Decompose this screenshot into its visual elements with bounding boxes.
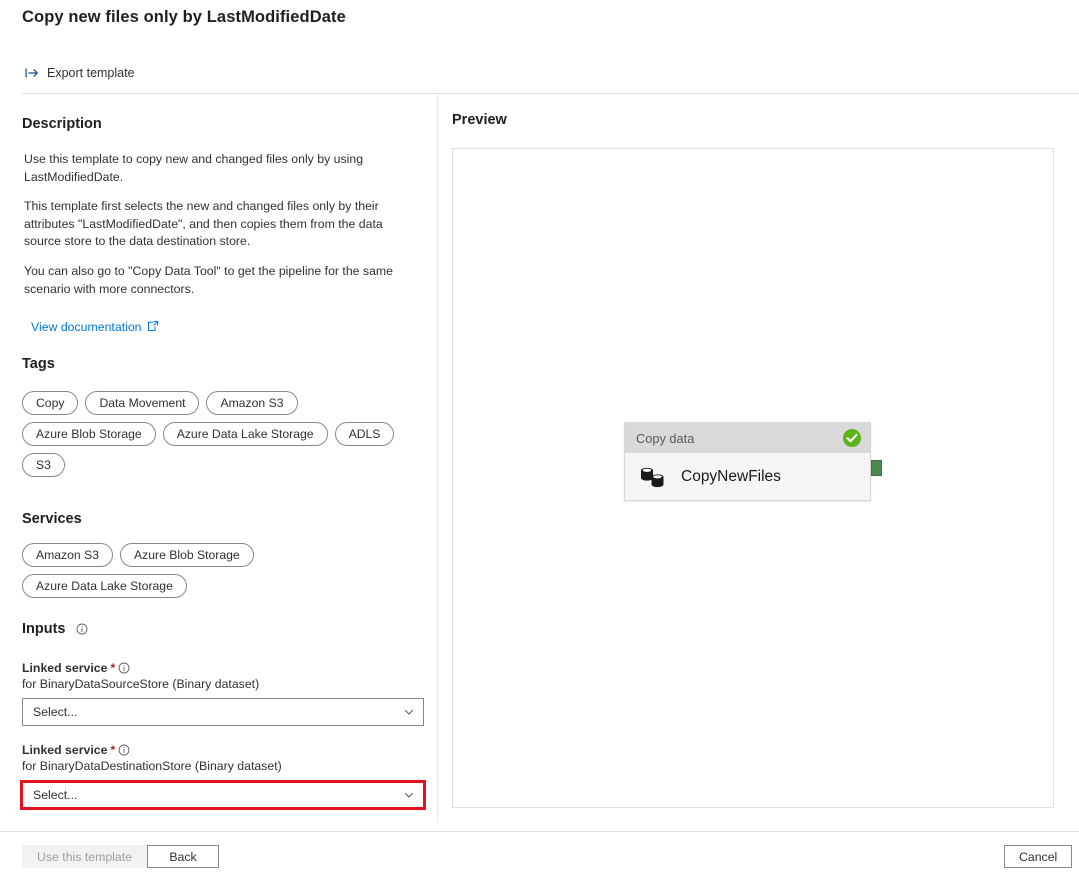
- service-pill[interactable]: Amazon S3: [22, 543, 113, 567]
- chevron-down-icon: [403, 789, 415, 801]
- description-paragraph-3: You can also go to "Copy Data Tool" to g…: [24, 263, 416, 298]
- tag-pill[interactable]: Azure Data Lake Storage: [163, 422, 328, 446]
- success-check-icon: [842, 428, 862, 448]
- services-heading: Services: [22, 511, 82, 527]
- back-button[interactable]: Back: [147, 845, 219, 868]
- linked-service-field-destination: Linked service * for BinaryDataDestinati…: [22, 743, 426, 810]
- required-marker: *: [110, 743, 115, 757]
- activity-name-label: CopyNewFiles: [681, 468, 781, 486]
- info-icon[interactable]: [71, 623, 88, 635]
- view-documentation-wrap: View documentation: [31, 318, 159, 336]
- pipeline-activity-node[interactable]: Copy data: [624, 422, 871, 501]
- output-port-handle[interactable]: [871, 460, 882, 476]
- linked-service-source-dropdown[interactable]: Select...: [22, 698, 424, 726]
- linked-service-sublabel: for BinaryDataDestinationStore (Binary d…: [22, 759, 426, 773]
- linked-service-field-source: Linked service * for BinaryDataSourceSto…: [22, 661, 424, 726]
- template-gallery-detail-page: Copy new files only by LastModifiedDate …: [0, 0, 1079, 877]
- linked-service-label-text: Linked service: [22, 743, 107, 757]
- page-title: Copy new files only by LastModifiedDate: [22, 8, 346, 27]
- info-icon[interactable]: [118, 744, 130, 756]
- command-bar: Export template: [22, 60, 141, 86]
- tag-pill[interactable]: S3: [22, 453, 65, 477]
- linked-service-label: Linked service *: [22, 661, 424, 675]
- activity-node-header: Copy data: [625, 423, 870, 453]
- tag-pill[interactable]: Amazon S3: [206, 391, 297, 415]
- info-icon[interactable]: [118, 662, 130, 674]
- preview-pane: Preview Copy data: [438, 94, 1079, 823]
- chevron-down-icon: [403, 706, 415, 718]
- description-paragraph-2: This template first selects the new and …: [24, 198, 416, 251]
- cancel-button[interactable]: Cancel: [1004, 845, 1072, 868]
- description-heading-wrap: Description: [22, 116, 102, 132]
- preview-heading: Preview: [452, 112, 507, 128]
- footer-actions: Use this template Back Cancel: [0, 832, 1079, 877]
- inputs-heading-wrap: Inputs: [22, 621, 88, 637]
- tags-heading-wrap: Tags: [22, 356, 55, 372]
- tags-list: Copy Data Movement Amazon S3 Azure Blob …: [22, 391, 422, 477]
- view-documentation-link[interactable]: View documentation: [31, 320, 159, 335]
- inputs-heading: Inputs: [22, 621, 66, 637]
- linked-service-destination-dropdown[interactable]: Select...: [20, 780, 426, 810]
- copy-data-databases-icon: [639, 464, 667, 490]
- export-template-button[interactable]: Export template: [22, 62, 141, 84]
- view-documentation-label: View documentation: [31, 320, 142, 334]
- required-marker: *: [110, 661, 115, 675]
- activity-node-body: CopyNewFiles: [625, 453, 870, 500]
- tag-pill[interactable]: Copy: [22, 391, 78, 415]
- activity-type-label: Copy data: [636, 431, 694, 446]
- tag-pill[interactable]: ADLS: [335, 422, 395, 446]
- linked-service-label-text: Linked service: [22, 661, 107, 675]
- services-list: Amazon S3 Azure Blob Storage Azure Data …: [22, 543, 422, 598]
- dropdown-value: Select...: [33, 788, 77, 802]
- tags-heading: Tags: [22, 356, 55, 372]
- dropdown-value: Select...: [33, 705, 77, 719]
- description-heading: Description: [22, 116, 102, 132]
- description-paragraph-1: Use this template to copy new and change…: [24, 151, 416, 186]
- linked-service-label: Linked service *: [22, 743, 426, 757]
- pipeline-preview-canvas[interactable]: Copy data: [452, 148, 1054, 808]
- services-heading-wrap: Services: [22, 511, 82, 527]
- tag-pill[interactable]: Azure Blob Storage: [22, 422, 156, 446]
- service-pill[interactable]: Azure Blob Storage: [120, 543, 254, 567]
- export-template-label: Export template: [47, 66, 135, 80]
- external-link-icon: [147, 320, 159, 335]
- details-pane: Description Use this template to copy ne…: [0, 94, 437, 823]
- service-pill[interactable]: Azure Data Lake Storage: [22, 574, 187, 598]
- use-this-template-button[interactable]: Use this template: [22, 845, 147, 868]
- linked-service-sublabel: for BinaryDataSourceStore (Binary datase…: [22, 677, 424, 691]
- tag-pill[interactable]: Data Movement: [85, 391, 199, 415]
- export-arrow-icon: [24, 65, 40, 81]
